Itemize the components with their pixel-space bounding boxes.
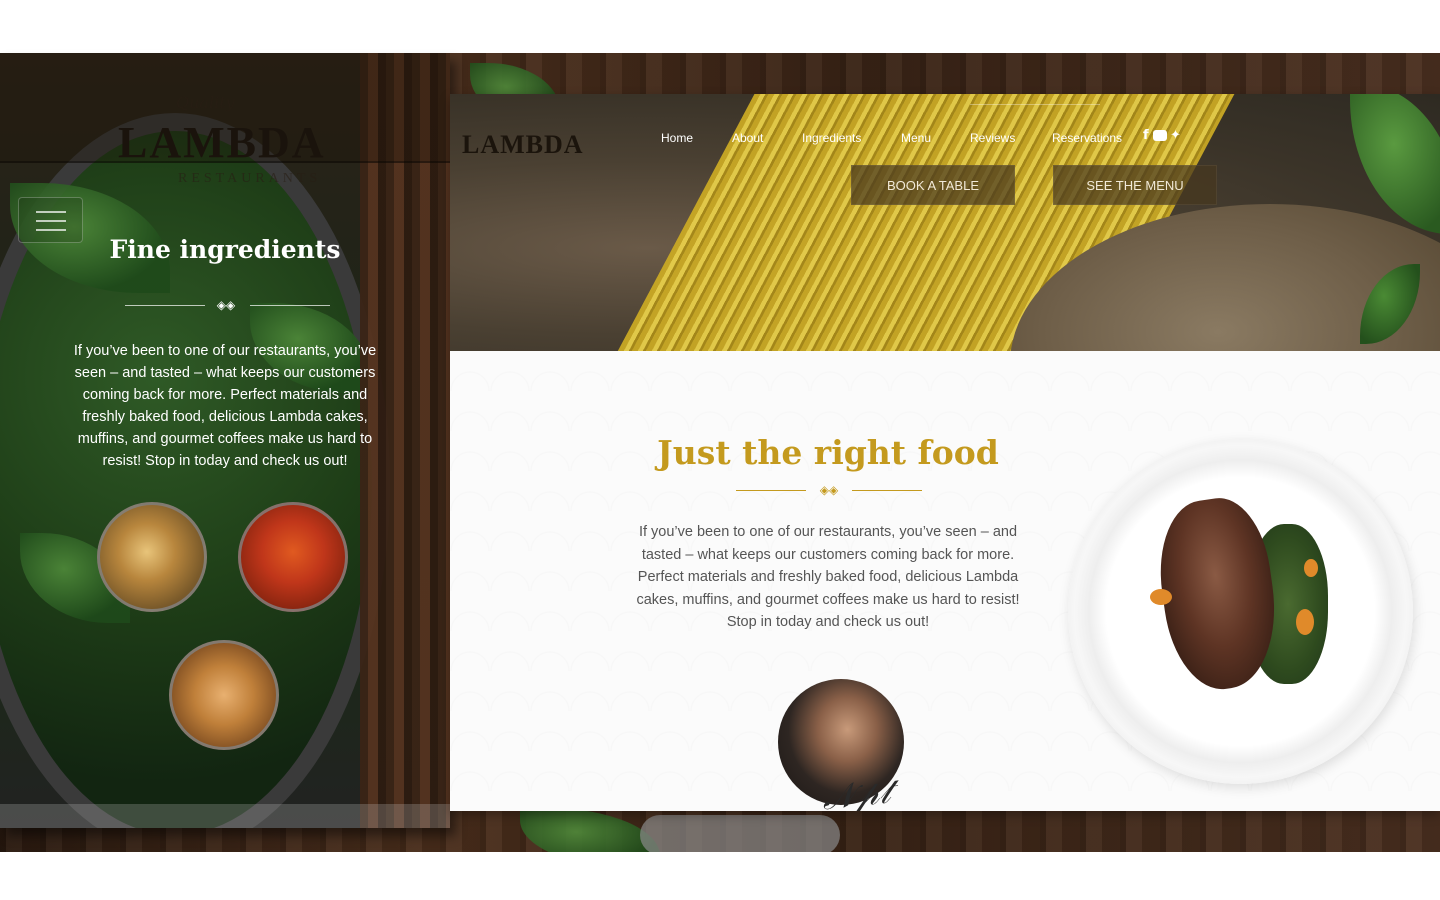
wheat-image <box>97 502 207 612</box>
about-section: Just the right food ◈◈ If you’ve been to… <box>450 351 1440 811</box>
divider-ornament-icon: ◈◈ <box>125 296 330 316</box>
facebook-icon[interactable]: f <box>1143 128 1149 143</box>
mobile-logo[interactable]: LAMBDA <box>118 117 326 168</box>
nav-reservations[interactable]: Reservations <box>1052 131 1122 145</box>
chef-signature-icon: 𝒩𝓅𝓉 <box>820 771 893 811</box>
leaf-decoration <box>1350 94 1440 234</box>
bread-image <box>169 640 279 750</box>
desktop-preview: LAMBDA Home About Ingredients Menu Revie… <box>450 94 1440 811</box>
nav-reviews[interactable]: Reviews <box>970 131 1015 145</box>
hamburger-icon <box>36 211 66 213</box>
logo-script: Quality <box>176 93 235 112</box>
steak-plate-image <box>1068 439 1413 784</box>
section-body-text: If you’ve been to one of our restaurants… <box>636 524 1020 630</box>
leaf-decoration <box>520 808 660 852</box>
twitter-icon[interactable]: ✦ <box>1170 128 1181 143</box>
mobile-bottom-bar <box>0 804 450 828</box>
nav-about[interactable]: About <box>732 131 763 145</box>
divider-ornament-icon: ◈◈ <box>736 481 922 501</box>
book-table-button[interactable]: BOOK A TABLE <box>851 165 1015 205</box>
spice-image <box>238 502 348 612</box>
section-title: Just the right food <box>657 433 999 472</box>
mobile-preview: Quality LAMBDA RESTAURANTS Fine ingredie… <box>0 53 450 828</box>
nav-ingredients[interactable]: Ingredients <box>802 131 861 145</box>
see-menu-button[interactable]: SEE THE MENU <box>1053 165 1217 205</box>
nav-home[interactable]: Home <box>661 131 693 145</box>
nav-menu[interactable]: Menu <box>901 131 931 145</box>
hero-banner: LAMBDA Home About Ingredients Menu Revie… <box>450 94 1440 351</box>
hamburger-icon <box>36 220 66 222</box>
section-body-text: If you’ve been to one of our restaurants… <box>73 343 377 469</box>
top-ornament-icon <box>970 98 1100 112</box>
logo-subtitle: RESTAURANTS <box>178 171 322 186</box>
youtube-icon[interactable] <box>1153 130 1167 141</box>
pot-handle-decoration <box>640 815 840 852</box>
desktop-logo[interactable]: LAMBDA <box>462 130 584 160</box>
hamburger-icon <box>36 229 66 231</box>
section-title: Fine ingredients <box>109 235 341 264</box>
